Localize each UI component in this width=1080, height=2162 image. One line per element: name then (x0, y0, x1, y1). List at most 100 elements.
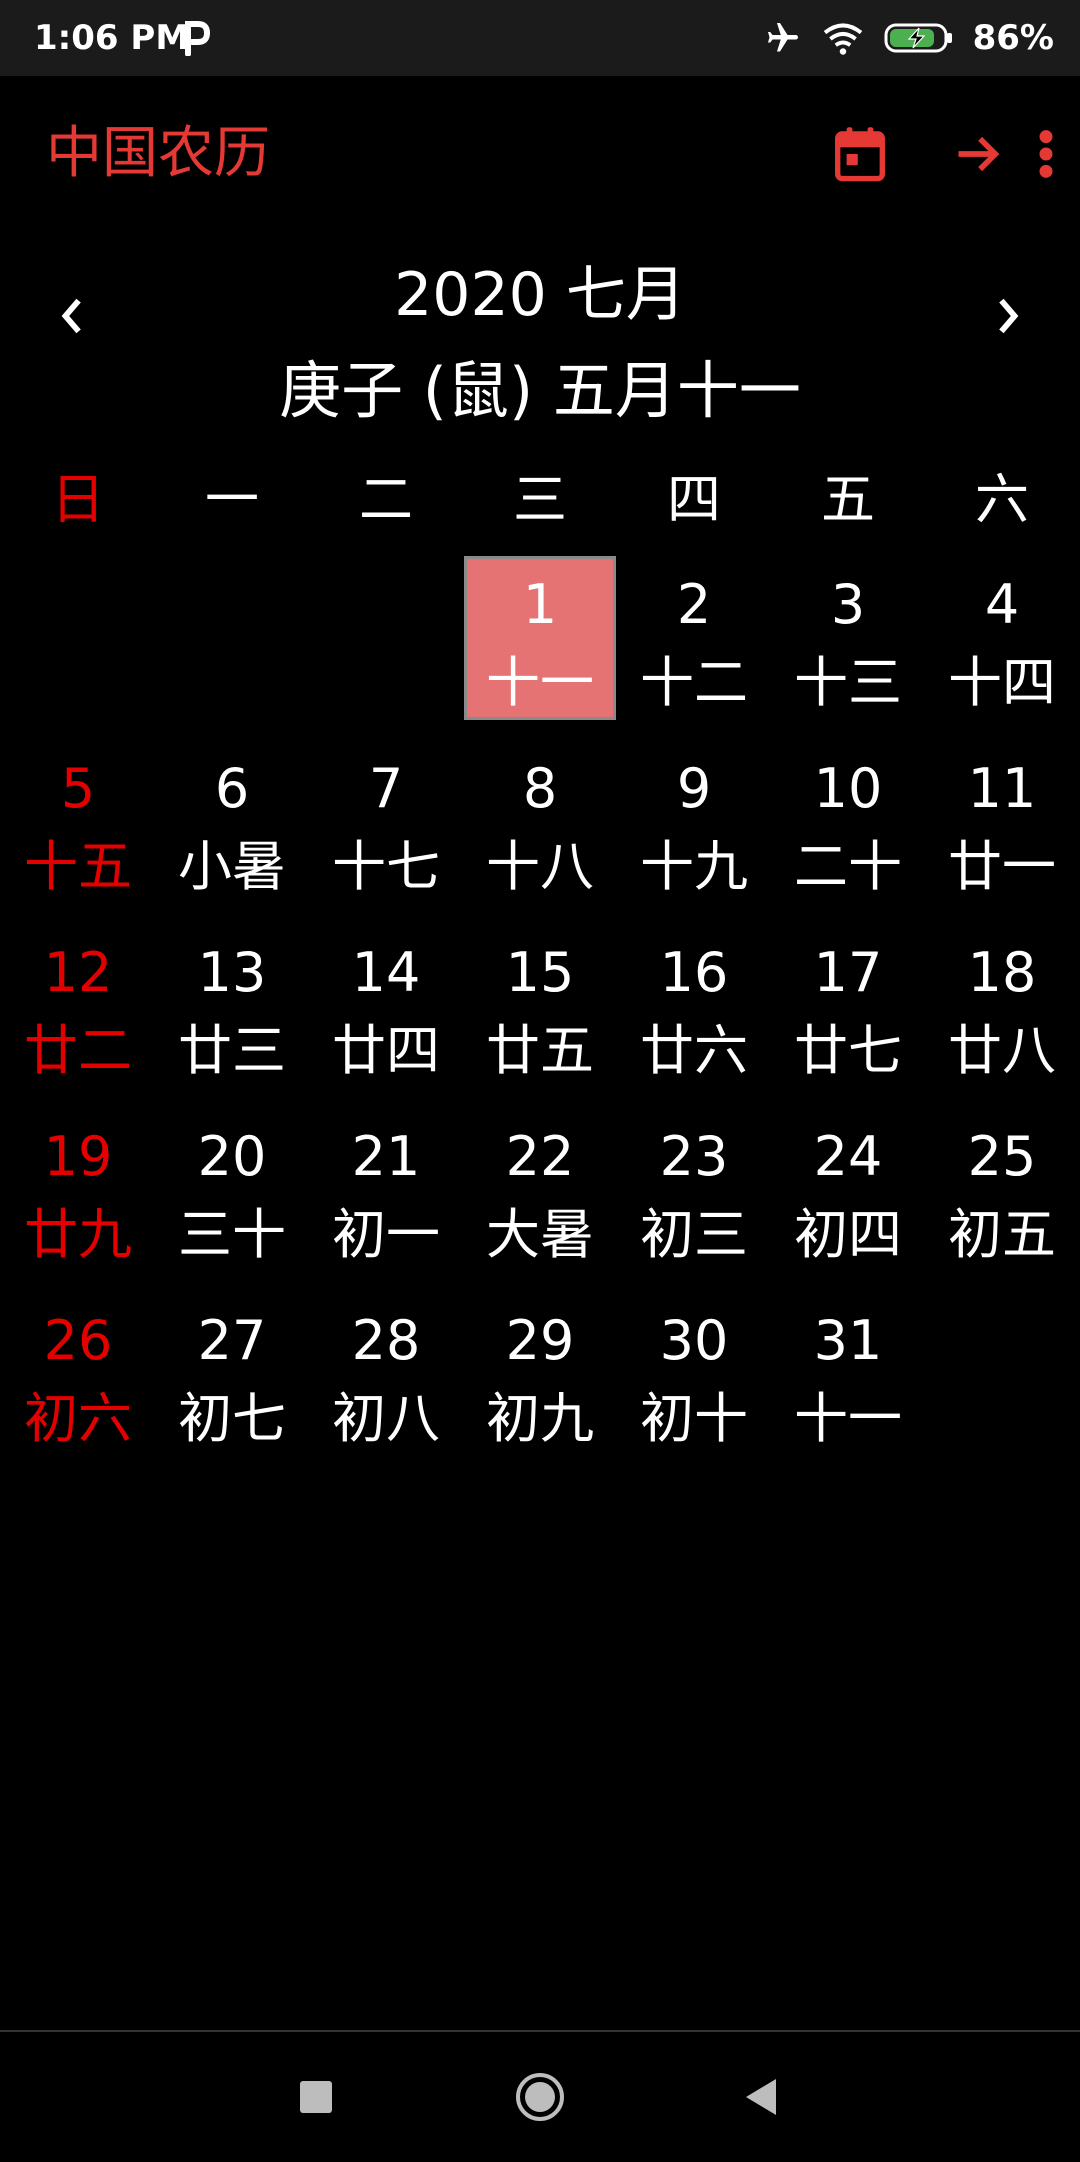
day-cell[interactable]: 20 三十 (155, 1108, 309, 1276)
day-cell[interactable]: 10 二十 (771, 740, 925, 908)
gregorian-day-number: 19 (43, 1125, 113, 1188)
weekday-label: 四 (667, 468, 721, 531)
day-cell[interactable]: 21 初一 (309, 1108, 463, 1276)
battery-percent: 86% (972, 18, 1054, 58)
back-button[interactable] (726, 2062, 796, 2132)
weekday-label: 五 (821, 468, 875, 531)
gregorian-day-number: 30 (659, 1309, 729, 1372)
recents-button[interactable] (281, 2062, 351, 2132)
lunar-day-label: 廿七 (794, 1019, 902, 1082)
day-cell[interactable]: 11 廿一 (925, 740, 1079, 908)
lunar-day-label: 十二 (640, 651, 748, 714)
day-cell[interactable]: 4 十四 (925, 556, 1079, 724)
chevron-right-icon (999, 298, 1019, 334)
day-cell[interactable]: 19 廿九 (1, 1108, 155, 1276)
gregorian-day-number: 7 (368, 757, 404, 820)
day-cell[interactable]: 26 初六 (1, 1292, 155, 1460)
day-cell[interactable]: 3 十三 (771, 556, 925, 724)
day-cell[interactable]: 14 廿四 (309, 924, 463, 1092)
lunar-day-label: 廿五 (486, 1019, 594, 1082)
lunar-day-label: 大暑 (486, 1203, 594, 1266)
day-cell[interactable]: 27 初七 (155, 1292, 309, 1460)
calendar-today-button[interactable] (826, 120, 894, 188)
gregorian-day-number: 15 (505, 941, 575, 1004)
gregorian-day-number: 9 (676, 757, 712, 820)
day-cell[interactable]: 2 十二 (617, 556, 771, 724)
gregorian-day-number: 1 (522, 573, 558, 636)
calendar-icon (835, 127, 885, 182)
gregorian-day-number: 17 (813, 941, 883, 1004)
more-vert-icon (1039, 130, 1053, 178)
gregorian-day-number: 14 (351, 941, 421, 1004)
arrow-forward-icon (958, 136, 1000, 172)
gregorian-day-number: 28 (351, 1309, 421, 1372)
lunar-day-label: 初四 (794, 1203, 902, 1266)
gregorian-day-number: 18 (967, 941, 1037, 1004)
gregorian-day-number: 12 (43, 941, 113, 1004)
lunar-day-label: 廿九 (24, 1203, 132, 1266)
day-cell[interactable]: 16 廿六 (617, 924, 771, 1092)
gregorian-day-number: 6 (214, 757, 250, 820)
day-cell[interactable]: 22 大暑 (463, 1108, 617, 1276)
wifi-icon (823, 23, 862, 55)
day-cell[interactable]: 12 廿二 (1, 924, 155, 1092)
day-cell[interactable]: 24 初四 (771, 1108, 925, 1276)
gregorian-day-number: 23 (659, 1125, 729, 1188)
lunar-day-label: 十五 (24, 835, 132, 898)
day-cell[interactable]: 18 廿八 (925, 924, 1079, 1092)
lunar-day-label: 三十 (178, 1203, 286, 1266)
day-cell[interactable]: 15 廿五 (463, 924, 617, 1092)
lunar-day-label: 十九 (640, 835, 748, 898)
lunar-day-label: 初七 (178, 1387, 286, 1450)
lunar-day-label: 初九 (486, 1387, 594, 1450)
weekday-label: 日 (51, 468, 105, 531)
gregorian-day-number: 22 (505, 1125, 575, 1188)
status-bar: 1:06 PM 86% (0, 0, 1080, 76)
day-cell[interactable]: 25 初五 (925, 1108, 1079, 1276)
gregorian-day-number: 16 (659, 941, 729, 1004)
day-cell[interactable]: 13 廿三 (155, 924, 309, 1092)
day-cell-selected[interactable]: 1 十一 (464, 556, 616, 720)
gregorian-day-number: 21 (351, 1125, 421, 1188)
lunar-day-label: 十一 (486, 651, 594, 714)
month-header: 2020 七月 庚子 (鼠) 五月十一 (0, 232, 1080, 432)
day-cell[interactable]: 6 小暑 (155, 740, 309, 908)
day-cell[interactable]: 17 廿七 (771, 924, 925, 1092)
day-cell[interactable]: 5 十五 (1, 740, 155, 908)
weekday-label: 六 (975, 468, 1029, 531)
lunar-day-label: 初十 (640, 1387, 748, 1450)
lunar-day-label: 廿八 (948, 1019, 1056, 1082)
lunar-day-label: 十四 (948, 651, 1056, 714)
day-cell[interactable]: 7 十七 (309, 740, 463, 908)
lunar-date-title: 庚子 (鼠) 五月十一 (279, 354, 801, 427)
day-cell[interactable]: 31 十一 (771, 1292, 925, 1460)
gregorian-day-number: 5 (60, 757, 96, 820)
lunar-day-label: 初八 (332, 1387, 440, 1450)
day-cell[interactable]: 29 初九 (463, 1292, 617, 1460)
lunar-day-label: 廿四 (332, 1019, 440, 1082)
back-icon (746, 2079, 776, 2115)
home-button[interactable] (505, 2062, 575, 2132)
lunar-day-label: 十三 (794, 651, 902, 714)
weekday-label: 一 (205, 468, 259, 531)
gregorian-day-number: 3 (830, 573, 866, 636)
go-to-date-button[interactable] (944, 120, 1012, 188)
lunar-day-label: 廿一 (948, 835, 1056, 898)
weekday-label: 三 (513, 468, 567, 531)
day-cell[interactable]: 30 初十 (617, 1292, 771, 1460)
gregorian-day-number: 26 (43, 1309, 113, 1372)
day-cell[interactable]: 9 十九 (617, 740, 771, 908)
lunar-day-label: 廿三 (178, 1019, 286, 1082)
day-cell[interactable]: 23 初三 (617, 1108, 771, 1276)
gregorian-day-number: 4 (984, 573, 1020, 636)
day-cell[interactable]: 8 十八 (463, 740, 617, 908)
gregorian-day-number: 31 (813, 1309, 883, 1372)
day-cell[interactable]: 28 初八 (309, 1292, 463, 1460)
month-title: 2020 七月 (394, 260, 686, 330)
lunar-day-label: 二十 (794, 835, 902, 898)
lunar-day-label: 初一 (332, 1203, 440, 1266)
overflow-menu-button[interactable] (1012, 120, 1080, 188)
lunar-day-label: 初五 (948, 1203, 1056, 1266)
lunar-day-label: 初六 (24, 1387, 132, 1450)
next-month-button[interactable] (978, 276, 1038, 356)
